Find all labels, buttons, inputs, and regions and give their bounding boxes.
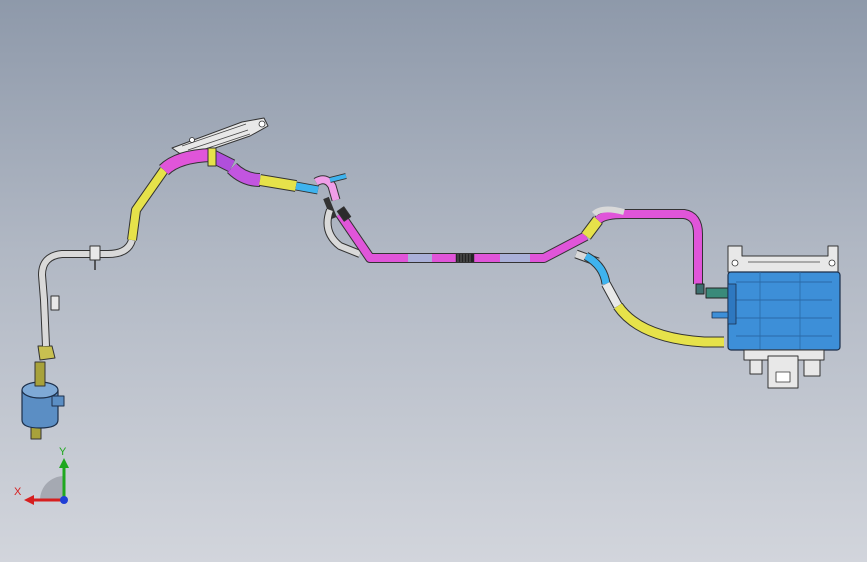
axis-triad: Y X xyxy=(14,446,69,505)
charcoal-canister[interactable] xyxy=(711,245,841,389)
z-axis-dot xyxy=(60,496,68,504)
canister-inlet-connector[interactable] xyxy=(695,283,731,299)
main-magenta-line[interactable] xyxy=(335,206,589,263)
triad-quadrant xyxy=(40,476,64,500)
x-axis-label: X xyxy=(14,486,22,498)
x-axis-arrowhead xyxy=(24,495,34,505)
yellow-riser-pipe[interactable] xyxy=(127,167,169,241)
y-axis-arrowhead xyxy=(59,458,69,468)
y-axis-label: Y xyxy=(59,446,67,458)
yellow-connector-pipe[interactable] xyxy=(259,174,319,195)
left-grey-pipe[interactable] xyxy=(38,238,136,347)
cad-viewport[interactable]: Y X xyxy=(0,0,867,562)
fuel-vapor-line-assembly: Y X xyxy=(14,117,841,505)
fuel-filter[interactable] xyxy=(21,345,65,440)
